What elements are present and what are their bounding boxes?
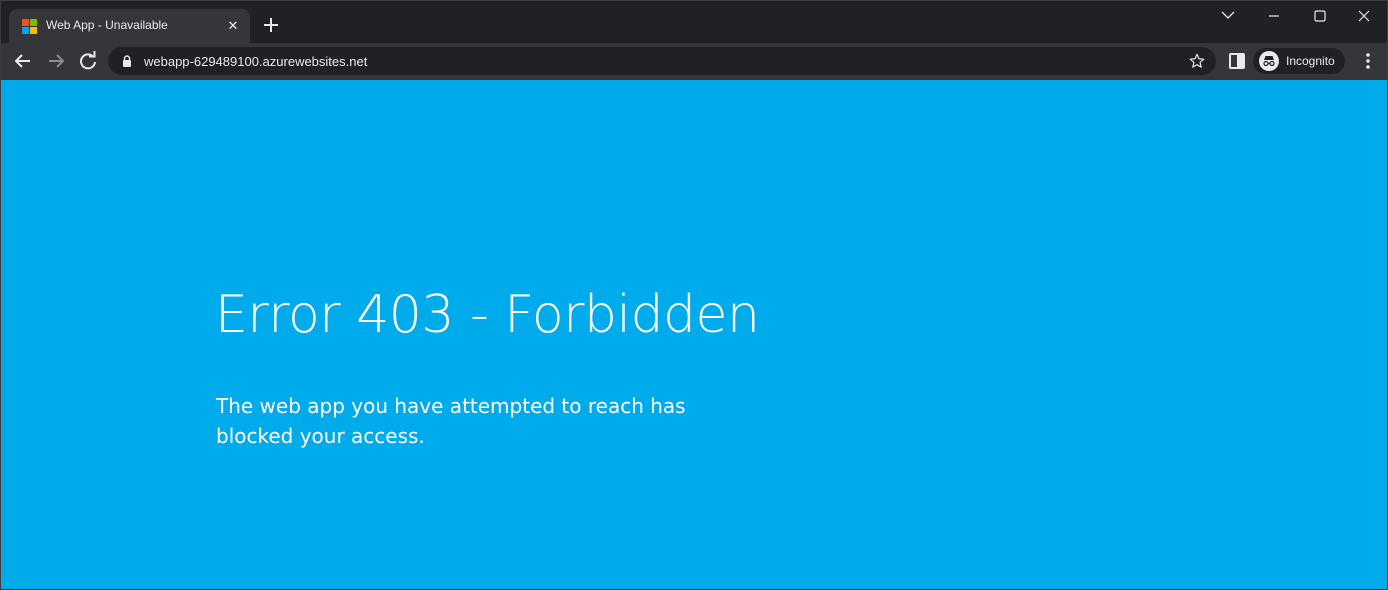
new-tab-button[interactable] [259,13,283,37]
star-icon[interactable] [1188,52,1206,70]
page-title: Error 403 - Forbidden [215,285,760,345]
side-panel-button[interactable] [1225,49,1249,73]
browser-window: Web App - Unavailable ✕ webapp-629489100… [0,0,1388,590]
toolbar: webapp-629489100.azurewebsites.net Incog… [1,43,1387,80]
address-bar[interactable]: webapp-629489100.azurewebsites.net [108,47,1216,75]
lock-icon[interactable] [120,54,134,68]
minimize-icon [1269,15,1279,17]
incognito-icon [1259,51,1279,71]
plus-icon [264,18,278,32]
url-text[interactable]: webapp-629489100.azurewebsites.net [144,54,367,69]
forward-button[interactable] [44,49,68,73]
tab-title: Web App - Unavailable [46,18,168,32]
tab-strip: Web App - Unavailable ✕ [1,1,1387,43]
more-vert-icon [1366,53,1370,69]
tab-active[interactable]: Web App - Unavailable ✕ [9,9,250,43]
maximize-icon [1314,10,1326,22]
minimize-button[interactable] [1251,1,1297,31]
side-panel-icon [1229,53,1245,69]
reload-button[interactable] [76,49,100,73]
close-icon [1358,10,1370,22]
chevron-down-icon [1221,11,1235,19]
reload-icon [80,51,96,70]
arrow-right-icon [49,54,65,68]
error-description: The web app you have attempted to reach … [216,394,686,448]
incognito-profile-button[interactable]: Incognito [1253,48,1345,74]
close-window-button[interactable] [1341,1,1387,31]
maximize-button[interactable] [1297,1,1343,31]
incognito-label: Incognito [1286,54,1335,68]
tab-close-icon[interactable]: ✕ [225,18,241,34]
page-viewport: Error 403 - Forbidden The web app you ha… [1,80,1387,589]
arrow-left-icon [14,54,30,68]
menu-button[interactable] [1356,49,1380,73]
tab-search-button[interactable] [1205,1,1251,31]
microsoft-logo-icon [22,19,37,34]
back-button[interactable] [11,49,35,73]
